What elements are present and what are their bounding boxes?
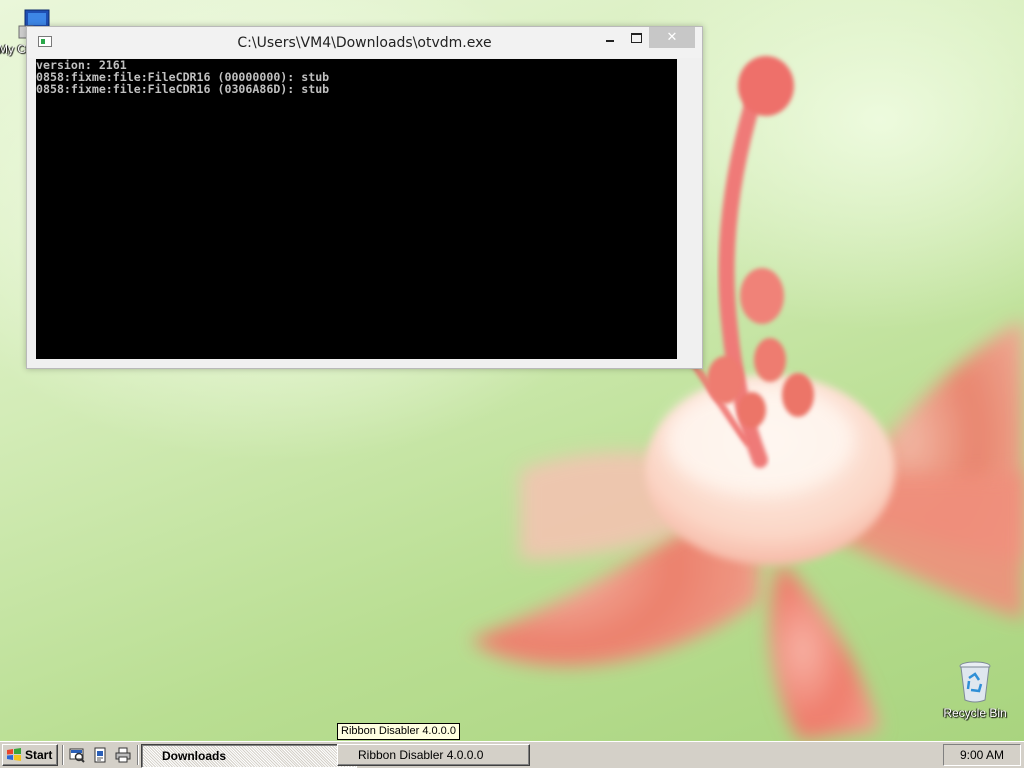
taskbar-tooltip: Ribbon Disabler 4.0.0.0 [337,723,460,740]
vertical-scrollbar[interactable] [677,59,694,359]
taskbar-button-downloads[interactable]: Downloads [141,744,357,768]
desktop-icon-label: Recycle Bin [943,706,1007,720]
explorer-icon[interactable] [92,747,108,763]
console-line: 0858:fixme:file:FileCDR16 (0306A86D): st… [36,82,330,96]
console-window: C:\Users\VM4\Downloads\otvdm.exe ✕ versi… [26,26,703,369]
console-output[interactable]: version: 2161 0858:fixme:file:FileCDR16 … [36,59,677,359]
recycle-bin-icon [959,661,991,703]
minimize-button[interactable] [597,27,623,48]
console-app-icon[interactable] [38,36,52,47]
start-button[interactable]: Start [2,744,58,766]
minimize-icon [606,39,614,42]
close-button[interactable]: ✕ [649,27,695,48]
taskbar: Start Downloads Ribbon Disabler 4.0.0.0 … [0,741,1024,768]
window-titlebar[interactable]: C:\Users\VM4\Downloads\otvdm.exe ✕ [27,27,702,58]
desktop-icon-recycle-bin[interactable]: Recycle Bin [935,660,1015,720]
maximize-button[interactable] [623,27,649,48]
taskbar-separator [62,745,64,765]
window-title: C:\Users\VM4\Downloads\otvdm.exe [237,35,492,51]
taskbar-button-label: Ribbon Disabler 4.0.0.0 [358,748,484,762]
system-tray: 9:00 AM [943,744,1021,766]
maximize-icon [630,32,642,43]
taskbar-button-ribbon-disabler[interactable]: Ribbon Disabler 4.0.0.0 [337,744,530,766]
taskbar-button-label: Downloads [162,749,227,763]
printer-icon[interactable] [115,747,131,763]
windows-flag-icon [7,748,21,761]
desktop: My Computer Recycle Bin C:\Users\VM4\Dow… [0,0,1024,741]
taskbar-separator [137,745,139,765]
close-icon: ✕ [666,30,678,45]
start-label: Start [25,748,53,762]
clock[interactable]: 9:00 AM [960,748,1004,762]
show-desktop-icon[interactable] [69,747,85,763]
